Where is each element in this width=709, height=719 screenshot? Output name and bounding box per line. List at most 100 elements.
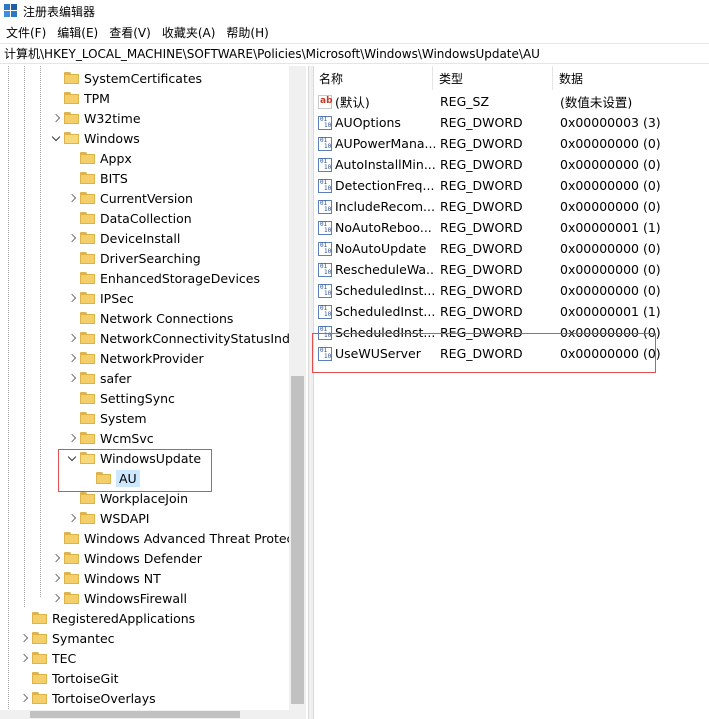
chevron-right-icon[interactable] bbox=[20, 635, 28, 643]
tree-node[interactable]: SystemCertificates bbox=[48, 68, 202, 88]
column-header-type[interactable]: 类型 bbox=[439, 66, 554, 90]
tree-node[interactable]: SettingSync bbox=[64, 388, 175, 408]
value-row[interactable]: AutoInstallMin... REG_DWORD 0x00000000 (0) bbox=[313, 154, 709, 175]
tree-hscroll-thumb[interactable] bbox=[30, 711, 240, 718]
tree-node[interactable]: TortoiseOverlays bbox=[16, 688, 156, 708]
chevron-right-icon[interactable] bbox=[52, 575, 60, 583]
menu-file[interactable]: 文件(F) bbox=[0, 24, 51, 41]
tree-node-label: TEC bbox=[52, 650, 77, 666]
tree-node[interactable]: DeviceInstall bbox=[64, 228, 180, 248]
values-list-pane[interactable]: 名称 类型 数据 (默认) REG_SZ (数值未设置) AUOptions REG_D… bbox=[313, 66, 709, 719]
value-row[interactable]: (默认) REG_SZ (数值未设置) bbox=[313, 91, 709, 112]
column-name-label: 名称 bbox=[319, 71, 344, 86]
chevron-right-icon[interactable] bbox=[52, 595, 60, 603]
tree-node[interactable]: TEC bbox=[16, 648, 76, 668]
tree-node[interactable]: IPSec bbox=[64, 288, 134, 308]
value-name: NoAutoUpdate bbox=[335, 241, 427, 256]
tree-node[interactable]: RegisteredApplications bbox=[16, 608, 195, 628]
tree-node[interactable]: Appx bbox=[64, 148, 132, 168]
value-name-cell: NoAutoReboo... bbox=[318, 217, 435, 238]
tree-scroll-thumb[interactable] bbox=[291, 376, 304, 704]
tree-node[interactable]: WcmSvc bbox=[64, 428, 154, 448]
value-data: 0x00000000 (0) bbox=[560, 283, 661, 298]
folder-icon bbox=[64, 592, 79, 604]
chevron-right-icon[interactable] bbox=[68, 515, 76, 523]
value-row[interactable]: ScheduledInst... REG_DWORD 0x00000001 (1) bbox=[313, 301, 709, 322]
value-data: 0x00000003 (3) bbox=[560, 115, 661, 130]
chevron-right-icon[interactable] bbox=[68, 375, 76, 383]
chevron-right-icon[interactable] bbox=[20, 695, 28, 703]
chevron-right-icon[interactable] bbox=[68, 295, 76, 303]
value-data: (数值未设置) bbox=[560, 95, 633, 110]
column-header-name[interactable]: 名称 bbox=[319, 66, 434, 90]
menu-favorites[interactable]: 收藏夹(A) bbox=[156, 24, 221, 41]
value-row[interactable]: AUPowerMana... REG_DWORD 0x00000000 (0) bbox=[313, 133, 709, 154]
tree-node[interactable]: EnhancedStorageDevices bbox=[64, 268, 260, 288]
chevron-right-icon[interactable] bbox=[52, 115, 60, 123]
tree-node[interactable]: WindowsUpdate bbox=[64, 448, 201, 468]
tree-node[interactable]: CurrentVersion bbox=[64, 188, 193, 208]
tree-vertical-scrollbar[interactable] bbox=[289, 66, 306, 719]
tree-node[interactable]: W32time bbox=[48, 108, 141, 128]
key-tree-pane[interactable]: SystemCertificates TPM W32time Windows Appx B… bbox=[0, 66, 306, 719]
chevron-right-icon[interactable] bbox=[68, 355, 76, 363]
chevron-right-icon[interactable] bbox=[52, 555, 60, 563]
value-row[interactable]: DetectionFreq... REG_DWORD 0x00000000 (0) bbox=[313, 175, 709, 196]
column-header-data[interactable]: 数据 bbox=[559, 66, 699, 90]
dword-value-icon bbox=[318, 325, 332, 340]
menu-help[interactable]: 帮助(H) bbox=[220, 24, 273, 41]
value-row[interactable]: NoAutoReboo... REG_DWORD 0x00000001 (1) bbox=[313, 217, 709, 238]
tree-node[interactable]: AU bbox=[80, 468, 140, 488]
value-name-cell: AUOptions bbox=[318, 112, 435, 133]
value-row[interactable]: AUOptions REG_DWORD 0x00000003 (3) bbox=[313, 112, 709, 133]
tree-node[interactable]: Windows bbox=[48, 128, 140, 148]
window-title: 注册表编辑器 bbox=[23, 4, 96, 19]
column-divider[interactable] bbox=[432, 66, 433, 90]
tree-node[interactable]: NetworkProvider bbox=[64, 348, 204, 368]
folder-icon bbox=[80, 312, 95, 324]
chevron-right-icon[interactable] bbox=[68, 435, 76, 443]
tree-node-label: Windows NT bbox=[84, 570, 161, 586]
tree-node[interactable]: WindowsFirewall bbox=[48, 588, 187, 608]
tree-node[interactable]: DriverSearching bbox=[64, 248, 201, 268]
value-row[interactable]: NoAutoUpdate REG_DWORD 0x00000000 (0) bbox=[313, 238, 709, 259]
value-row[interactable]: ScheduledInst... REG_DWORD 0x00000000 (0) bbox=[313, 280, 709, 301]
tree-node[interactable]: WorkplaceJoin bbox=[64, 488, 188, 508]
address-bar[interactable]: 计算机\HKEY_LOCAL_MACHINE\SOFTWARE\Policies… bbox=[0, 43, 709, 64]
value-name-cell: AUPowerMana... bbox=[318, 133, 435, 154]
chevron-down-icon[interactable] bbox=[52, 135, 60, 143]
tree-node[interactable]: Network Connections bbox=[64, 308, 233, 328]
chevron-down-icon[interactable] bbox=[68, 455, 76, 463]
tree-node[interactable]: Symantec bbox=[16, 628, 115, 648]
tree-node[interactable]: NetworkConnectivityStatusIndica bbox=[64, 328, 306, 348]
menu-view[interactable]: 查看(V) bbox=[103, 24, 156, 41]
value-row[interactable]: IncludeRecom... REG_DWORD 0x00000000 (0) bbox=[313, 196, 709, 217]
tree-node[interactable]: Windows NT bbox=[48, 568, 161, 588]
chevron-right-icon[interactable] bbox=[20, 655, 28, 663]
value-row[interactable]: UseWUServer REG_DWORD 0x00000000 (0) bbox=[313, 343, 709, 364]
chevron-right-icon[interactable] bbox=[68, 235, 76, 243]
tree-node[interactable]: WSDAPI bbox=[64, 508, 149, 528]
tree-node[interactable]: TPM bbox=[48, 88, 110, 108]
value-type: REG_DWORD bbox=[440, 178, 523, 193]
tree-node-label: DriverSearching bbox=[100, 250, 201, 266]
tree-node-label: WcmSvc bbox=[100, 430, 154, 446]
chevron-right-icon[interactable] bbox=[68, 335, 76, 343]
value-row[interactable]: ScheduledInst... REG_DWORD 0x00000000 (0) bbox=[313, 322, 709, 343]
folder-icon bbox=[32, 632, 47, 644]
chevron-right-icon[interactable] bbox=[68, 195, 76, 203]
tree-node[interactable]: Windows Defender bbox=[48, 548, 202, 568]
column-divider[interactable] bbox=[552, 66, 553, 90]
tree-node[interactable]: TortoiseGit bbox=[16, 668, 119, 688]
tree-node[interactable]: System bbox=[64, 408, 147, 428]
value-row[interactable]: RescheduleWa... REG_DWORD 0x00000000 (0) bbox=[313, 259, 709, 280]
tree-horizontal-scrollbar[interactable] bbox=[0, 710, 289, 719]
value-data: 0x00000000 (0) bbox=[560, 199, 661, 214]
tree-node[interactable]: BITS bbox=[64, 168, 128, 188]
tree-node[interactable]: Windows Advanced Threat Protectio bbox=[48, 528, 306, 548]
menu-edit[interactable]: 编辑(E) bbox=[51, 24, 103, 41]
folder-icon bbox=[80, 352, 95, 364]
value-name-cell: ScheduledInst... bbox=[318, 301, 435, 322]
tree-node[interactable]: safer bbox=[64, 368, 131, 388]
tree-node[interactable]: DataCollection bbox=[64, 208, 192, 228]
